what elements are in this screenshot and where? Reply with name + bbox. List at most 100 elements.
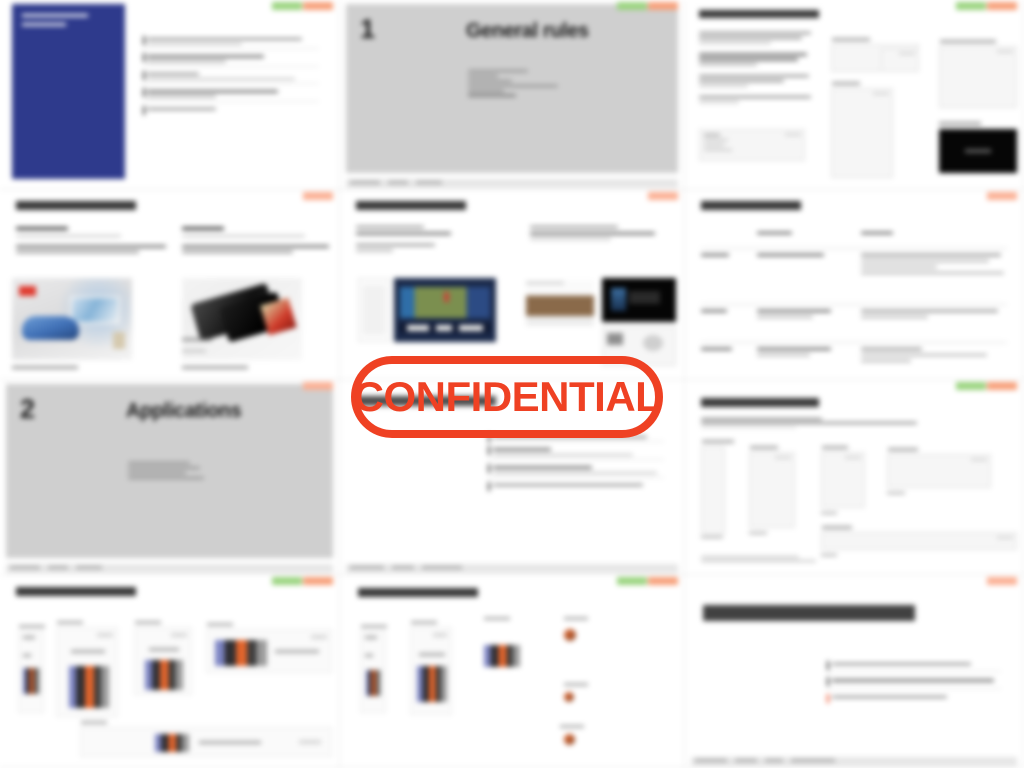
slide-thumbnail-6[interactable] [685, 190, 1024, 380]
slide-thumbnail-1[interactable] [0, 0, 340, 190]
badge-approved-icon [272, 2, 302, 10]
wireframe-caption [702, 440, 734, 443]
slide-canvas [691, 194, 1017, 369]
badge-approved-icon [272, 577, 302, 585]
photo-tv-interface [394, 278, 496, 342]
bullet-list [827, 661, 1001, 708]
column-heading [16, 227, 68, 230]
cover-panel [12, 4, 125, 179]
slide-canvas [691, 384, 1017, 564]
ad-unit [80, 721, 332, 757]
section-divider-panel: 2 Applications [6, 384, 333, 558]
wireframe-box [749, 446, 795, 528]
wireframe-box [821, 446, 865, 508]
ad-unit [134, 621, 192, 695]
bullet-item [827, 677, 1001, 689]
badge-restricted-icon [303, 2, 333, 10]
body-row [143, 53, 319, 67]
slide-thumbnail-12[interactable] [685, 575, 1024, 768]
slide-title [16, 587, 136, 596]
photo-caption [12, 366, 78, 369]
section-number: 2 [20, 394, 36, 424]
photo-sepia-banner [526, 280, 594, 326]
wireframe-caption [822, 446, 848, 449]
slide-thumbnail-3[interactable] [685, 0, 1024, 190]
badge-approved-icon [617, 577, 647, 585]
slide-thumbnail-8[interactable] [340, 380, 685, 575]
slide-thumbnail-11[interactable] [340, 575, 685, 768]
slide-footer [6, 564, 333, 573]
wireframe-box [701, 440, 734, 534]
slide-thumbnail-5[interactable] [340, 190, 685, 380]
bullet-item [827, 693, 1001, 703]
slide-badges [272, 2, 333, 10]
wireframe-caption [832, 38, 870, 41]
wireframe-caption [832, 82, 860, 85]
slide-badges [303, 382, 333, 390]
ad-unit [410, 621, 452, 715]
bullet-item [488, 464, 664, 478]
table-row [701, 343, 1007, 369]
bullet-item [827, 661, 1001, 673]
slide-badges [617, 577, 678, 585]
slide-thumbnail-2[interactable]: 1 General rules [340, 0, 685, 190]
slide-title [703, 605, 915, 621]
column-heading [182, 227, 224, 230]
slide-thumbnail-4[interactable] [0, 190, 340, 380]
badge-restricted-icon [303, 192, 333, 200]
photo-living-room [12, 278, 132, 360]
size-label [997, 536, 1013, 539]
table-header-row [701, 232, 1007, 248]
photo-black-app-panel [602, 278, 676, 322]
cover-title-line-1 [22, 14, 88, 17]
badge-restricted-icon [987, 192, 1017, 200]
photo-dark-devices [182, 278, 302, 360]
ad-size-label [484, 617, 510, 620]
ad-size-label [81, 721, 107, 724]
wireframe-box [939, 40, 1017, 108]
slide-canvas [691, 579, 1017, 757]
slide-badges [617, 2, 678, 10]
slide-badges [272, 577, 333, 585]
column-right [182, 227, 332, 254]
cover-title-line-2 [22, 23, 66, 26]
size-label [899, 52, 915, 55]
wireframe-box [881, 48, 919, 72]
badge-restricted-icon [303, 382, 333, 390]
ad-size-label [564, 683, 588, 686]
ad-unit [56, 621, 118, 717]
slide-badges [648, 192, 678, 200]
badge-restricted-icon [987, 382, 1017, 390]
wireframe-box [699, 129, 805, 161]
slide-canvas [346, 579, 678, 757]
size-label [785, 133, 801, 136]
slide-footer [691, 757, 1017, 766]
photo-caption [182, 366, 248, 369]
slide-thumbnail-grid: 1 General rules 2 Applications [0, 0, 1024, 768]
ad-size-label [564, 617, 588, 620]
section-divider-panel: 1 General rules [346, 4, 678, 173]
slide-thumbnail-7[interactable]: 2 Applications [0, 380, 340, 575]
slide-canvas [346, 384, 678, 564]
bullet-item [488, 446, 664, 461]
badge-restricted-icon [987, 577, 1017, 585]
badge-restricted-icon [303, 577, 333, 585]
slide-canvas [346, 194, 678, 369]
badge-restricted-icon [648, 577, 678, 585]
badge-approved-icon [956, 2, 986, 10]
section-contents-list [468, 70, 558, 97]
slide-thumbnail-9[interactable] [685, 380, 1024, 575]
section-number: 1 [360, 14, 376, 44]
ad-unit [206, 623, 332, 673]
wireframe-box [821, 526, 1017, 550]
wireframe-caption [939, 122, 981, 125]
section-contents-list [128, 462, 204, 480]
table-row [701, 305, 1007, 342]
slide-footer [346, 564, 678, 573]
section-title: General rules [466, 20, 589, 42]
slide-thumbnail-10[interactable] [0, 575, 340, 768]
wireframe-box [602, 326, 676, 366]
slide-title [701, 201, 801, 210]
size-label [997, 50, 1013, 53]
slide-badges [956, 2, 1017, 10]
